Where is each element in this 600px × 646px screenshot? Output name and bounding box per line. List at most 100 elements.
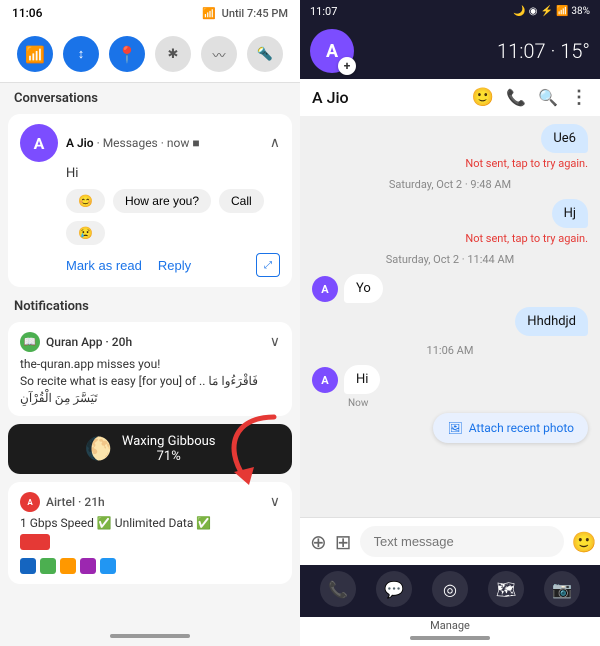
notif-expand[interactable]: ∨ <box>270 334 280 350</box>
not-sent-2[interactable]: Not sent, tap to try again. <box>465 232 588 245</box>
mark-as-read-btn[interactable]: Mark as read <box>66 258 142 273</box>
notif-header: 📖 Quran App · 20h ∨ <box>20 332 280 352</box>
attach-recent-photo-btn[interactable]: 🖼 Attach recent photo <box>433 413 588 443</box>
bluetooth-tile[interactable]: ✱ <box>155 36 191 72</box>
msg-hj: Hj <box>552 199 588 228</box>
right-avatar[interactable]: A + <box>310 29 354 73</box>
date-divider-2: Saturday, Oct 2 · 11:44 AM <box>386 249 515 270</box>
chat-more-icon[interactable]: ⋮ <box>570 87 588 108</box>
emoji-action-1[interactable]: 😊 <box>66 189 105 213</box>
messages-nav-icon[interactable]: 💬 <box>376 571 412 607</box>
input-area: ⊕ ⊞ 🙂 🎤 <box>300 517 600 565</box>
small-icon-5 <box>100 558 116 574</box>
attach-icon: 🖼 <box>447 421 462 435</box>
home-indicator-left <box>110 634 190 638</box>
maps-nav-icon[interactable]: 🗺 <box>488 571 524 607</box>
time-left: 11:06 <box>12 6 42 20</box>
how-are-you-action[interactable]: How are you? <box>113 189 211 213</box>
chat-area: Ue6 Not sent, tap to try again. Saturday… <box>300 116 600 517</box>
floating-header: A + 11:07 · 15° <box>300 23 600 79</box>
quran-icon: 📖 <box>20 332 40 352</box>
quran-notification: 📖 Quran App · 20h ∨ the-quran.app misses… <box>8 322 292 416</box>
emoji-action-2[interactable]: 😢 <box>66 221 105 245</box>
not-sent-1[interactable]: Not sent, tap to try again. <box>465 157 588 170</box>
phone-nav-icon[interactable]: 📞 <box>320 571 356 607</box>
signal-icon: 📶 <box>202 7 216 20</box>
emoji-input-icon[interactable]: 🙂 <box>572 530 597 554</box>
dnd-status: ◉ <box>529 6 538 17</box>
msg-hi: Hi <box>344 365 380 394</box>
signal-right: ⚡ <box>541 6 553 17</box>
msg-hhdhdjd: Hhdhdjd <box>515 307 588 336</box>
flashlight-tile[interactable]: 🔦 <box>247 36 283 72</box>
chrome-nav-icon[interactable]: ◎ <box>432 571 468 607</box>
camera-nav-icon[interactable]: 📷 <box>544 571 580 607</box>
left-panel: 11:06 📶 Until 7:45 PM 📶 ↕ 📍 ✱ 〰 🔦 Conver… <box>0 0 300 646</box>
home-indicator-right <box>410 636 490 640</box>
add-badge[interactable]: + <box>338 57 356 75</box>
wifi-tile[interactable]: 📶 <box>17 36 53 72</box>
msg-avatar-yo: A <box>312 276 338 302</box>
time-temp: 11:07 · 15° <box>497 39 590 63</box>
battery-right: 38% <box>571 6 590 17</box>
location-tile[interactable]: 📍 <box>109 36 145 72</box>
status-bar-right: 11:07 🌙 ◉ ⚡ 📶 38% <box>300 0 600 23</box>
add-icon[interactable]: ⊕ <box>310 530 327 554</box>
bottom-indicator-left <box>0 626 300 646</box>
message-input[interactable] <box>360 526 564 557</box>
notifications-label: Notifications <box>0 291 300 318</box>
conv-actions: 😊 How are you? Call 😢 <box>66 189 280 245</box>
chat-phone-icon[interactable]: 📞 <box>506 88 526 107</box>
manage-bar: Manage <box>300 617 600 646</box>
conv-footer: Mark as read Reply ⤢ <box>66 253 280 277</box>
quran-notif-text: the-quran.app misses you! So recite what… <box>20 356 280 406</box>
nfc-tile[interactable]: 〰 <box>201 36 237 72</box>
msg-yo: Yo <box>344 274 383 303</box>
now-label: Now <box>348 398 368 409</box>
until-label: Until 7:45 PM <box>222 7 288 20</box>
airtel-text: 1 Gbps Speed ✅ Unlimited Data ✅ <box>20 516 280 530</box>
quran-app-name: Quran App · 20h <box>46 335 132 349</box>
chat-app-bar: A Jio 🙂 📞 🔍 ⋮ <box>300 79 600 116</box>
manage-label[interactable]: Manage <box>430 619 470 632</box>
small-icons-row <box>20 558 280 574</box>
moon-card: 🌔 Waxing Gibbous 71% <box>8 424 292 474</box>
date-divider-1: Saturday, Oct 2 · 9:48 AM <box>389 174 511 195</box>
msg-yo-row: A Yo <box>312 274 588 303</box>
moon-icon: 🌔 <box>84 437 111 462</box>
small-icon-3 <box>60 558 76 574</box>
moon-status: 🌙 <box>513 6 525 17</box>
right-panel: 11:07 🌙 ◉ ⚡ 📶 38% A + 11:07 · 15° A Jio … <box>300 0 600 646</box>
small-icon-1 <box>20 558 36 574</box>
right-top-section: 11:07 🌙 ◉ ⚡ 📶 38% A + 11:07 · 15° <box>300 0 600 79</box>
expand-icon[interactable]: ⤢ <box>256 253 280 277</box>
chat-emoji-icon[interactable]: 🙂 <box>472 87 494 108</box>
data-tile[interactable]: ↕ <box>63 36 99 72</box>
call-action[interactable]: Call <box>219 189 264 213</box>
collapse-icon[interactable]: ∧ <box>270 135 280 151</box>
moon-text: Waxing Gibbous 71% <box>122 434 216 464</box>
chat-search-icon[interactable]: 🔍 <box>538 88 558 107</box>
quick-tiles-row: 📶 ↕ 📍 ✱ 〰 🔦 <box>0 26 300 83</box>
chat-contact-name: A Jio <box>312 88 349 107</box>
conv-header: A A Jio · Messages · now ■ ∧ <box>20 124 280 162</box>
reply-btn[interactable]: Reply <box>158 258 191 273</box>
small-icon-4 <box>80 558 96 574</box>
small-icon-2 <box>40 558 56 574</box>
status-bar-left: 11:06 📶 Until 7:45 PM <box>0 0 300 26</box>
date-divider-3: 11:06 AM <box>427 340 474 361</box>
msg-hi-row: A Hi <box>312 365 588 394</box>
msg-avatar-hi: A <box>312 367 338 393</box>
conv-message: Hi <box>66 166 280 181</box>
nav-bar: 📞 💬 ◎ 🗺 📷 <box>300 565 600 617</box>
msg-ue6: Ue6 <box>541 124 588 153</box>
conversation-card: A A Jio · Messages · now ■ ∧ Hi 😊 <box>8 114 292 287</box>
chat-action-icons: 🙂 📞 🔍 ⋮ <box>472 87 588 108</box>
conv-avatar: A <box>20 124 58 162</box>
airtel-expand[interactable]: ∨ <box>270 494 280 510</box>
attachment-icon[interactable]: ⊞ <box>335 530 352 554</box>
conv-meta: A Jio · Messages · now ■ <box>66 136 200 150</box>
conversations-label: Conversations <box>0 83 300 110</box>
wifi-right: 📶 <box>556 6 568 17</box>
time-right: 11:07 <box>310 5 337 18</box>
